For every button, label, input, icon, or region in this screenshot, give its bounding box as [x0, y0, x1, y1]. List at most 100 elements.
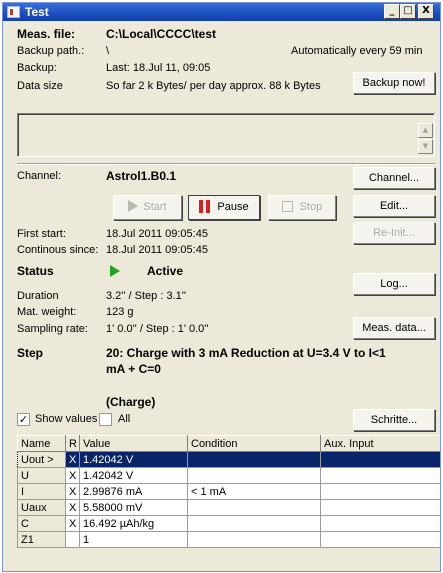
separator	[17, 163, 435, 165]
table-header-row: Name R Value Condition Aux. Input	[17, 435, 440, 452]
row-name[interactable]: Uaux	[17, 499, 66, 516]
row-r[interactable]: X	[65, 451, 80, 468]
header-condition[interactable]: Condition	[187, 435, 321, 452]
row-name[interactable]: C	[17, 515, 66, 532]
row-condition[interactable]	[187, 499, 321, 516]
row-name[interactable]: Z1	[17, 531, 66, 548]
row-aux[interactable]	[320, 531, 440, 548]
sampling-rate-label: Sampling rate:	[17, 323, 88, 335]
row-aux[interactable]	[320, 515, 440, 532]
row-name[interactable]: U	[17, 467, 66, 484]
row-condition[interactable]	[187, 467, 321, 484]
play-icon	[128, 200, 139, 213]
row-value[interactable]: 1	[79, 531, 188, 548]
table-row[interactable]: Uaux X 5.58000 mV	[17, 499, 440, 516]
scroll-up-icon[interactable]: ▲	[418, 123, 433, 138]
scroll-down-icon[interactable]: ▼	[418, 139, 433, 154]
header-r[interactable]: R	[65, 435, 80, 452]
pause-icon	[199, 199, 211, 213]
reinit-button[interactable]: Re-Init...	[353, 222, 435, 244]
row-value[interactable]: 16.492 µAh/kg	[79, 515, 188, 532]
pause-label: Pause	[217, 201, 249, 213]
data-size-label: Data size	[17, 80, 63, 92]
main-window: Test _ □ X Meas. file: C:\Local\CCCC\tes…	[2, 2, 441, 572]
table-row[interactable]: U X 1.42042 V	[17, 467, 440, 484]
log-button[interactable]: Log...	[353, 273, 435, 295]
values-table[interactable]: Name R Value Condition Aux. Input Uout >…	[17, 435, 440, 548]
row-r[interactable]: X	[65, 467, 80, 484]
meas-file-value: C:\Local\CCCC\test	[106, 27, 217, 41]
row-name[interactable]: I	[17, 483, 66, 500]
header-aux-input[interactable]: Aux. Input	[320, 435, 440, 452]
app-icon	[7, 6, 20, 18]
stop-button[interactable]: Stop	[268, 195, 336, 220]
row-condition[interactable]	[187, 515, 321, 532]
backup-now-button[interactable]: Backup now!	[353, 72, 435, 94]
header-name[interactable]: Name	[17, 435, 66, 452]
all-checkbox[interactable]	[99, 413, 112, 426]
row-r[interactable]: X	[65, 483, 80, 500]
row-r[interactable]: X	[65, 515, 80, 532]
channel-label: Channel:	[17, 170, 62, 182]
stop-icon	[281, 200, 293, 212]
pause-button[interactable]: Pause	[188, 195, 260, 220]
row-name[interactable]: Uout >	[17, 451, 66, 468]
backup-label: Backup:	[17, 62, 57, 74]
mat-weight-label: Mat. weight:	[17, 306, 77, 318]
close-button[interactable]: X	[418, 4, 434, 19]
backup-path-label: Backup path.:	[17, 45, 85, 57]
first-start-value: 18.Jul 2011 09:05:45	[106, 228, 208, 240]
row-aux[interactable]	[320, 499, 440, 516]
step-label: Step	[17, 346, 44, 360]
row-aux[interactable]	[320, 451, 440, 468]
meas-data-button[interactable]: Meas. data...	[353, 317, 435, 339]
table-row[interactable]: C X 16.492 µAh/kg	[17, 515, 440, 532]
row-r[interactable]: X	[65, 499, 80, 516]
continuous-since-value: 18.Jul 2011 09:05:45	[106, 244, 208, 256]
edit-button[interactable]: Edit...	[353, 195, 435, 217]
backup-path-value: \	[106, 45, 110, 57]
step-mode: (Charge)	[106, 395, 156, 409]
window-title: Test	[25, 5, 49, 19]
maximize-button[interactable]: □	[400, 4, 416, 19]
row-value[interactable]: 1.42042 V	[79, 467, 188, 484]
row-condition[interactable]	[187, 531, 321, 548]
status-label: Status	[17, 264, 54, 278]
auto-backup-text: Automatically every 59 min	[291, 45, 423, 57]
stop-label: Stop	[299, 201, 323, 213]
header-value[interactable]: Value	[79, 435, 188, 452]
row-r[interactable]	[65, 531, 80, 548]
schritte-button[interactable]: Schritte...	[353, 409, 435, 431]
meas-file-label: Meas. file:	[17, 27, 76, 41]
first-start-label: First start:	[17, 228, 66, 240]
title-bar[interactable]: Test _ □ X	[3, 3, 440, 21]
minimize-button[interactable]: _	[384, 4, 400, 19]
channel-button[interactable]: Channel...	[353, 167, 435, 189]
table-row[interactable]: Z1 1	[17, 531, 440, 548]
row-condition[interactable]: < 1 mA	[187, 483, 321, 500]
start-button[interactable]: Start	[113, 195, 182, 220]
play-icon	[110, 265, 120, 277]
row-value[interactable]: 2.99876 mA	[79, 483, 188, 500]
duration-value: 3.2'' / Step : 3.1''	[106, 290, 186, 302]
table-row[interactable]: I X 2.99876 mA < 1 mA	[17, 483, 440, 500]
show-values-checkbox[interactable]: ✓	[17, 413, 30, 426]
row-value[interactable]: 1.42042 V	[79, 451, 188, 468]
sampling-rate-value: 1' 0.0'' / Step : 1' 0.0''	[106, 323, 209, 335]
backup-last-value: Last: 18.Jul 11, 09:05	[106, 62, 211, 74]
data-size-value: So far 2 k Bytes/ per day approx. 88 k B…	[106, 80, 321, 92]
all-label: All	[118, 413, 131, 425]
row-value[interactable]: 5.58000 mV	[79, 499, 188, 516]
step-value-line1: 20: Charge with 3 mA Reduction at U=3.4 …	[106, 346, 386, 360]
row-aux[interactable]	[320, 483, 440, 500]
row-aux[interactable]	[320, 467, 440, 484]
row-condition[interactable]	[187, 451, 321, 468]
duration-label: Duration	[17, 290, 59, 302]
continuous-since-label: Continous since:	[17, 244, 99, 256]
status-value: Active	[147, 264, 184, 278]
table-row[interactable]: Uout > X 1.42042 V	[17, 451, 440, 468]
log-memo[interactable]: ▲ ▼	[17, 113, 435, 157]
show-values-label: Show values	[35, 413, 98, 425]
mat-weight-value: 123 g	[106, 306, 134, 318]
step-value-line2: mA + C=0	[106, 362, 161, 376]
